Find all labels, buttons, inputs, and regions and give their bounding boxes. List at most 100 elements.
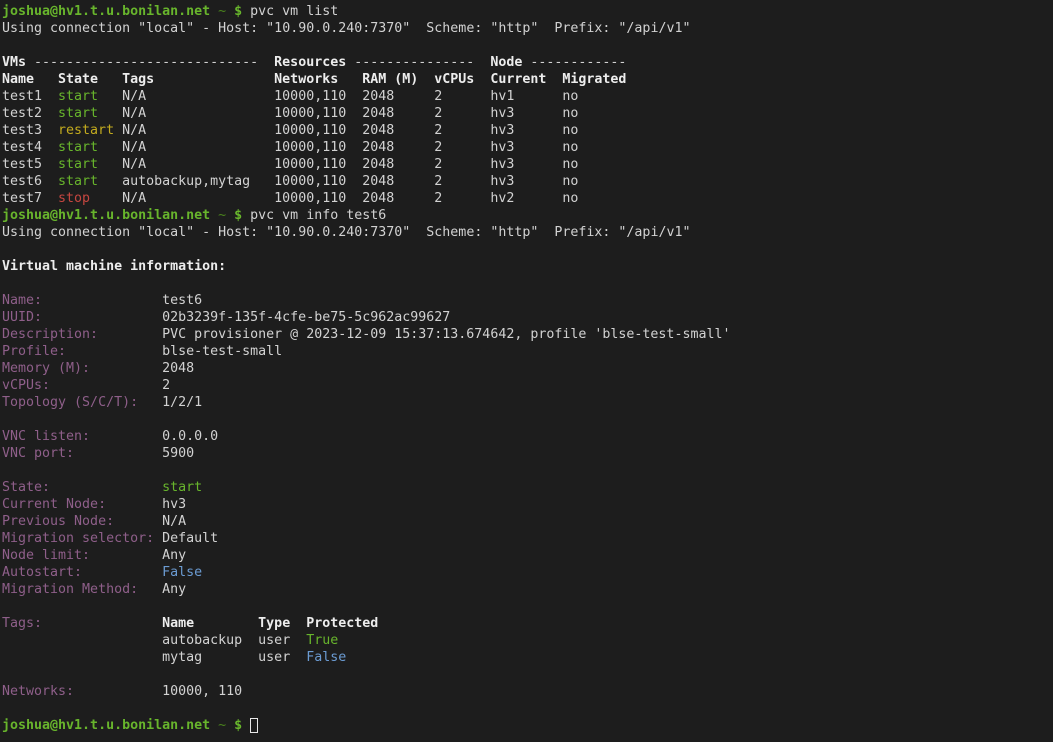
vm-current-cell: hv3 (490, 173, 514, 190)
vm-networks-cell: 10000,110 (274, 173, 346, 190)
vm-row-test5: test5 start N/A 10000,110 2048 2 hv3 no (2, 156, 1053, 173)
field-label: Networks: (2, 683, 74, 700)
col-name: Name (2, 71, 34, 88)
vm-ram-cell: 2048 (362, 122, 394, 139)
group-node-dashes: ------------ (530, 54, 626, 71)
info-row-memory: Memory (M): 2048 (2, 360, 1053, 377)
vm-current-cell: hv2 (490, 190, 514, 207)
field-label: Tags: (2, 615, 42, 632)
tag-type-cell: user (258, 632, 290, 649)
vm-name-cell: test5 (2, 156, 42, 173)
info-row-autostart: Autostart: False (2, 564, 1053, 581)
prompt-symbol: $ (234, 207, 242, 224)
command-vm-info: pvc vm info test6 (250, 207, 386, 224)
vm-tags-cell: N/A (122, 190, 146, 207)
group-node-label: Node (490, 54, 522, 71)
field-value: 2 (162, 377, 170, 394)
info-row-state: State: start (2, 479, 1053, 496)
field-label: Migration selector: (2, 530, 154, 547)
field-label: Node limit: (2, 547, 90, 564)
info-row-name: Name: test6 (2, 292, 1053, 309)
tags-col-protected: Protected (306, 615, 378, 632)
blank-line (2, 241, 1053, 258)
vm-vcpus-cell: 2 (434, 122, 442, 139)
info-row-migration-selector: Migration selector: Default (2, 530, 1053, 547)
blank-line (2, 462, 1053, 479)
col-tags: Tags (122, 71, 154, 88)
info-row-description: Description: PVC provisioner @ 2023-12-0… (2, 326, 1053, 343)
blank-line (2, 275, 1053, 292)
vm-row-test1: test1 start N/A 10000,110 2048 2 hv1 no (2, 88, 1053, 105)
info-row-vnc-listen: VNC listen: 0.0.0.0 (2, 428, 1053, 445)
vm-networks-cell: 10000,110 (274, 139, 346, 156)
vm-vcpus-cell: 2 (434, 139, 442, 156)
field-value: test6 (162, 292, 202, 309)
tag-protected-cell: True (306, 632, 338, 649)
vm-vcpus-cell: 2 (434, 156, 442, 173)
field-value: 02b3239f-135f-4cfe-be75-5c962ac99627 (162, 309, 450, 326)
field-value: 5900 (162, 445, 194, 462)
prompt-cwd: ~ (218, 717, 226, 734)
field-value: start (162, 479, 202, 496)
vm-current-cell: hv3 (490, 139, 514, 156)
field-value: Any (162, 547, 186, 564)
field-label: Name: (2, 292, 42, 309)
vm-ram-cell: 2048 (362, 88, 394, 105)
field-value: 1/2/1 (162, 394, 202, 411)
field-value: blse-test-small (162, 343, 282, 360)
vm-row-test3: test3 restart N/A 10000,110 2048 2 hv3 n… (2, 122, 1053, 139)
vm-name-cell: test2 (2, 105, 42, 122)
blank-line (2, 666, 1053, 683)
tags-col-type: Type (258, 615, 290, 632)
vm-row-test4: test4 start N/A 10000,110 2048 2 hv3 no (2, 139, 1053, 156)
vm-name-cell: test1 (2, 88, 42, 105)
vm-migrated-cell: no (562, 122, 578, 139)
vm-list-group-header: VMs ---------------------------- Resourc… (2, 54, 1053, 71)
vm-networks-cell: 10000,110 (274, 105, 346, 122)
vm-vcpus-cell: 2 (434, 190, 442, 207)
field-label: VNC port: (2, 445, 74, 462)
tags-col-name: Name (162, 615, 194, 632)
vm-tags-cell: N/A (122, 105, 146, 122)
field-value: N/A (162, 513, 186, 530)
vm-migrated-cell: no (562, 190, 578, 207)
field-label: Migration Method: (2, 581, 138, 598)
connection-line-2: Using connection "local" - Host: "10.90.… (2, 224, 1053, 241)
group-vms-dashes: ---------------------------- (34, 54, 258, 71)
info-row-migration-method: Migration Method: Any (2, 581, 1053, 598)
terminal[interactable]: joshua@hv1.t.u.bonilan.net ~ $ pvc vm li… (0, 0, 1053, 742)
info-row-profile: Profile: blse-test-small (2, 343, 1053, 360)
vm-ram-cell: 2048 (362, 139, 394, 156)
vm-tags-cell: autobackup,mytag (122, 173, 250, 190)
info-row-vnc-port: VNC port: 5900 (2, 445, 1053, 462)
vm-networks-cell: 10000,110 (274, 88, 346, 105)
prompt-line-3: joshua@hv1.t.u.bonilan.net ~ $ (2, 717, 1053, 734)
vm-ram-cell: 2048 (362, 156, 394, 173)
vm-name-cell: test3 (2, 122, 42, 139)
vm-ram-cell: 2048 (362, 105, 394, 122)
vm-state-cell: start (58, 173, 98, 190)
field-label: State: (2, 479, 50, 496)
tags-row-mytag: mytag user False (2, 649, 1053, 666)
vm-list-column-header: Name State Tags Networks RAM (M) vCPUs C… (2, 71, 1053, 88)
vm-state-cell: restart (58, 122, 114, 139)
vm-current-cell: hv1 (490, 88, 514, 105)
vm-current-cell: hv3 (490, 156, 514, 173)
vm-current-cell: hv3 (490, 122, 514, 139)
info-row-vcpus: vCPUs: 2 (2, 377, 1053, 394)
connection-line-1: Using connection "local" - Host: "10.90.… (2, 20, 1053, 37)
info-row-previous-node: Previous Node: N/A (2, 513, 1053, 530)
prompt-cwd: ~ (218, 207, 226, 224)
vm-vcpus-cell: 2 (434, 173, 442, 190)
vm-state-cell: stop (58, 190, 90, 207)
field-value: 2048 (162, 360, 194, 377)
col-migrated: Migrated (562, 71, 626, 88)
vm-ram-cell: 2048 (362, 190, 394, 207)
col-vcpus: vCPUs (434, 71, 474, 88)
prompt-line-1: joshua@hv1.t.u.bonilan.net ~ $ pvc vm li… (2, 3, 1053, 20)
prompt-cwd: ~ (218, 3, 226, 20)
field-label: Current Node: (2, 496, 106, 513)
blank-line (2, 37, 1053, 54)
vm-migrated-cell: no (562, 88, 578, 105)
tag-type-cell: user (258, 649, 290, 666)
